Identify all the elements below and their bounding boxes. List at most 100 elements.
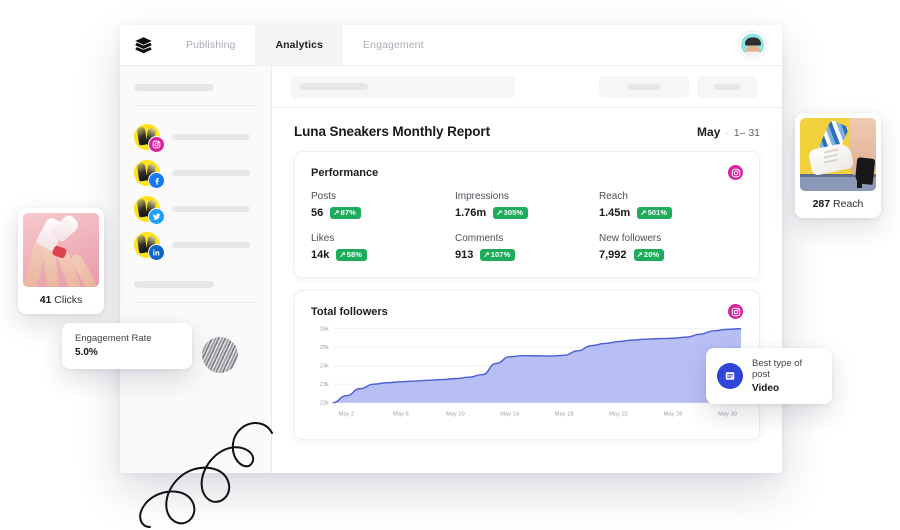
reach-value: 287 — [812, 198, 831, 210]
arrow-up-icon: ↗ — [636, 250, 643, 260]
svg-text:May 10: May 10 — [446, 412, 465, 418]
total-followers-card: Total followers 22k 23k 24k 25k 26k May 2 May — [294, 290, 760, 440]
svg-text:25k: 25k — [320, 345, 329, 351]
best-post-card[interactable]: Best type of post Video — [706, 348, 832, 404]
user-avatar[interactable] — [739, 31, 766, 59]
engagement-rate-card[interactable]: Engagement Rate 5.0% — [62, 323, 192, 369]
content-pane: Luna Sneakers Monthly Report May · 1– 31… — [272, 66, 782, 473]
reach-caption: 287 Reach — [795, 191, 881, 218]
best-post-text: Best type of post Video — [752, 358, 822, 394]
badge-value: 87% — [340, 208, 356, 218]
svg-text:24k: 24k — [320, 364, 329, 370]
tab-engagement[interactable]: Engagement — [343, 25, 444, 65]
metric-label: Posts — [311, 191, 337, 202]
chart-title: Total followers — [311, 305, 388, 318]
sidebar-account-list — [120, 119, 271, 263]
decorative-scribble — [139, 422, 273, 528]
metric-label: Likes — [311, 233, 335, 244]
badge-value: 501% — [647, 208, 668, 218]
sidebar-item-instagram[interactable] — [120, 119, 271, 155]
avatar — [134, 124, 165, 153]
metric-new-followers: New followers 7,992 ↗ 20% — [599, 233, 743, 261]
sidebar-item-label-placeholder — [172, 134, 250, 140]
nav-tabs: Publishing Analytics Engagement — [166, 25, 444, 65]
metric-value: 913 — [455, 249, 474, 261]
svg-text:May 30: May 30 — [718, 412, 737, 418]
layers-stack-icon[interactable] — [120, 36, 166, 55]
metric-label: New followers — [599, 233, 662, 244]
metric-reach: Reach 1.45m ↗ 501% — [599, 191, 743, 219]
svg-text:May 22: May 22 — [609, 412, 628, 418]
svg-text:May 18: May 18 — [555, 412, 574, 418]
arrow-up-icon: ↗ — [640, 208, 647, 218]
status-badge: ↗ 305% — [493, 207, 529, 219]
metric-value: 1.45m — [599, 207, 631, 219]
instagram-icon — [728, 304, 743, 319]
metric-posts: Posts 56 ↗ 87% — [311, 191, 455, 219]
metric-comments: Comments 913 ↗ 107% — [455, 233, 599, 261]
badge-value: 20% — [643, 250, 660, 260]
badge-value: 305% — [503, 208, 524, 218]
sidebar-title-placeholder — [134, 84, 214, 91]
avatar — [134, 232, 165, 261]
metric-value: 1.76m — [455, 207, 487, 219]
linkedin-icon — [148, 244, 165, 261]
sidebar-divider — [134, 105, 257, 106]
metric-label: Reach — [599, 191, 628, 202]
engagement-rate-label: Engagement Rate — [75, 333, 152, 344]
avatar-hair — [744, 37, 761, 46]
sidebar-item-twitter[interactable] — [120, 191, 271, 227]
sidebar — [120, 66, 272, 473]
performance-card: Performance Posts 56 ↗ 87% Impressions 1… — [294, 151, 760, 278]
status-badge: ↗ 87% — [330, 207, 361, 219]
date-range[interactable]: May · 1– 31 — [697, 125, 760, 139]
date-separator: · — [725, 128, 729, 139]
performance-metrics-grid: Posts 56 ↗ 87% Impressions 1.76m ↗ 305% … — [295, 180, 759, 277]
best-post-label: Best type of post — [752, 358, 803, 380]
reach-label: Reach — [833, 198, 864, 210]
status-badge: ↗ 107% — [480, 249, 516, 261]
instagram-icon — [148, 136, 165, 153]
app-window: Publishing Analytics Engagement Luna Sne… — [120, 25, 782, 473]
toolbar-search-placeholder[interactable] — [290, 75, 515, 98]
metric-value: 14k — [311, 249, 330, 261]
report-header: Luna Sneakers Monthly Report May · 1– 31 — [294, 124, 760, 139]
avatar — [134, 196, 165, 225]
sidebar-item-facebook[interactable] — [120, 155, 271, 191]
avatar-shirt — [741, 51, 764, 57]
metric-label: Impressions — [455, 191, 509, 202]
svg-text:26k: 26k — [320, 327, 329, 333]
svg-text:May 2: May 2 — [339, 412, 355, 418]
reach-photo-card[interactable]: 287 Reach — [795, 113, 881, 218]
badge-value: 58% — [346, 250, 363, 260]
toolbar-action-placeholder[interactable] — [697, 75, 757, 98]
status-badge: ↗ 58% — [336, 249, 368, 261]
arrow-up-icon: ↗ — [483, 250, 490, 260]
sidebar-item-label-placeholder — [172, 170, 250, 176]
date-range-days: 1– 31 — [733, 127, 760, 139]
clicks-label: Clicks — [54, 294, 83, 306]
toolbar-filter-placeholder[interactable] — [599, 75, 689, 98]
svg-text:May 6: May 6 — [393, 412, 409, 418]
svg-text:May 26: May 26 — [664, 412, 683, 418]
date-month: May — [697, 125, 721, 139]
avatar — [134, 160, 165, 189]
sidebar-item-label-placeholder — [172, 206, 250, 212]
followers-chart: 22k 23k 24k 25k 26k May 2 May 6 May 10 May 14 May… — [295, 319, 759, 419]
sidebar-divider-2 — [134, 302, 257, 303]
arrow-up-icon: ↗ — [333, 208, 340, 218]
tab-analytics[interactable]: Analytics — [255, 25, 344, 65]
video-post-icon — [717, 363, 743, 389]
tab-publishing[interactable]: Publishing — [166, 25, 255, 65]
sidebar-item-linkedin[interactable] — [120, 227, 271, 263]
best-post-value: Video — [752, 383, 780, 394]
content-toolbar — [272, 66, 782, 108]
clicks-caption: 41 Clicks — [18, 287, 104, 314]
badge-value: 107% — [490, 250, 511, 260]
facebook-icon — [148, 172, 165, 189]
pink-sneaker-photo — [23, 213, 99, 287]
metric-likes: Likes 14k ↗ 58% — [311, 233, 455, 261]
followers-area-chart: 22k 23k 24k 25k 26k May 2 May 6 May 10 May 14 May… — [320, 327, 742, 418]
clicks-photo-card[interactable]: 41 Clicks — [18, 208, 104, 314]
clicks-value: 41 — [39, 294, 52, 306]
